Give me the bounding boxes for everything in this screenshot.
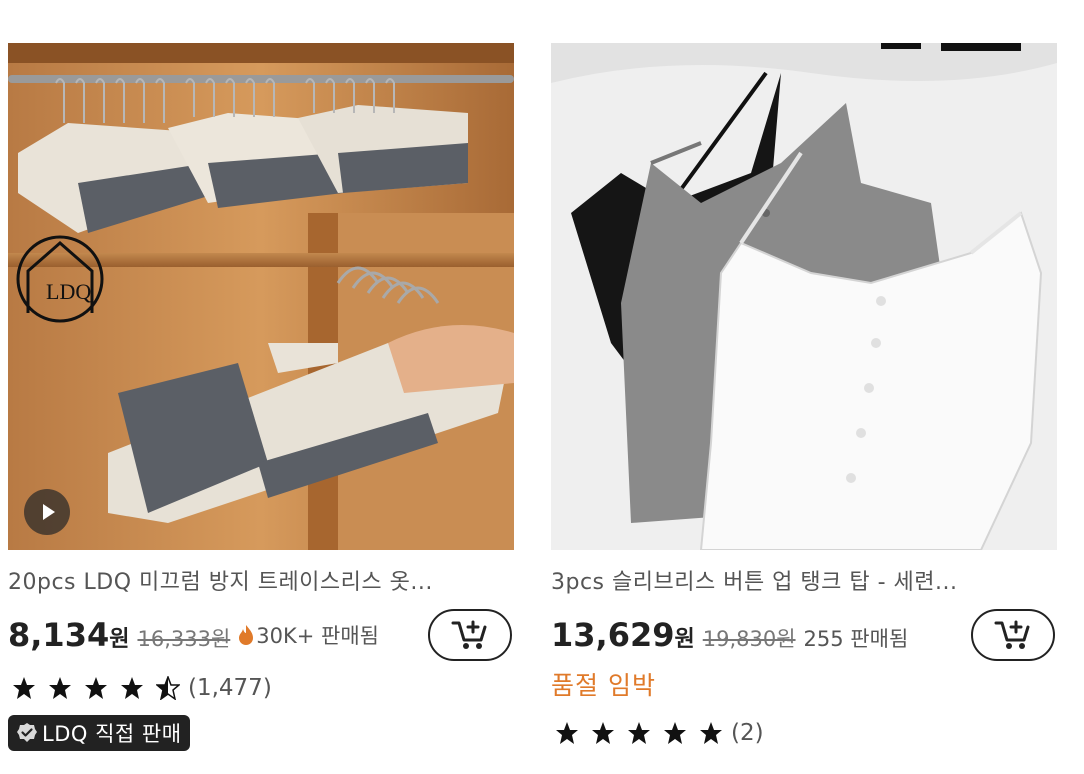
- product-image[interactable]: LDQ: [8, 43, 514, 550]
- verified-icon: [17, 723, 37, 742]
- price-row: 13,629 원 19,830원 255 판매됨: [551, 616, 908, 654]
- seller-badge[interactable]: LDQ 직접 판매: [8, 715, 190, 751]
- product-image[interactable]: [551, 43, 1057, 550]
- star-icon: [85, 677, 107, 699]
- review-count[interactable]: (2): [731, 720, 764, 746]
- tank-top-photo: [551, 43, 1057, 550]
- currency-label: 원: [109, 627, 130, 652]
- hanger-photo: LDQ: [8, 43, 514, 550]
- sold-count: 30K+ 판매됨: [256, 624, 380, 648]
- original-price: 16,333원: [137, 627, 231, 651]
- currency-label: 원: [674, 627, 695, 652]
- star-icon: [700, 722, 722, 744]
- play-video-button[interactable]: [24, 489, 70, 535]
- cart-plus-icon: [994, 620, 1030, 649]
- rating-stars: (2): [555, 720, 764, 746]
- product-title[interactable]: 3pcs 슬리브리스 버튼 업 탱크 탑 - 세련...: [551, 564, 1051, 596]
- star-icon: [664, 722, 686, 744]
- star-icon: [49, 677, 71, 699]
- review-count[interactable]: (1,477): [188, 675, 272, 701]
- svg-text:LDQ: LDQ: [46, 279, 91, 304]
- add-to-cart-button[interactable]: [428, 609, 512, 661]
- half-star-icon: [156, 676, 180, 700]
- price-row: 8,134 원 16,333원 30K+ 판매됨: [8, 616, 379, 654]
- product-title[interactable]: 20pcs LDQ 미끄럼 방지 트레이스리스 옷...: [8, 564, 508, 596]
- rating-stars: (1,477): [12, 675, 272, 701]
- star-icon: [121, 677, 143, 699]
- seller-badge-label: LDQ 직접 판매: [42, 722, 182, 746]
- original-price: 19,830원: [702, 627, 796, 651]
- star-icon: [628, 722, 650, 744]
- cart-plus-icon: [451, 620, 487, 649]
- product-card[interactable]: LDQ 20pcs LDQ 미끄럼 방지 트레이스리스 옷... 8,134 원…: [8, 0, 514, 774]
- almost-sold-out-label: 품절 임박: [551, 671, 656, 700]
- play-icon: [43, 504, 55, 520]
- sale-price: 13,629: [551, 616, 675, 654]
- fire-icon: [239, 625, 254, 645]
- sold-count: 255 판매됨: [803, 627, 909, 651]
- sale-price: 8,134: [8, 616, 110, 654]
- product-card[interactable]: 3pcs 슬리브리스 버튼 업 탱크 탑 - 세련... 13,629 원 19…: [551, 0, 1057, 774]
- star-icon: [592, 722, 614, 744]
- star-icon: [556, 722, 578, 744]
- star-icon: [13, 677, 35, 699]
- add-to-cart-button[interactable]: [971, 609, 1055, 661]
